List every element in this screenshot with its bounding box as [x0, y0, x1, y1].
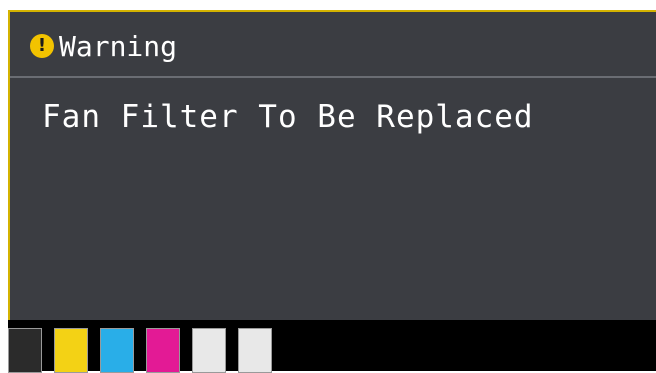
warning-message: Fan Filter To Be Replaced	[42, 99, 534, 135]
warning-header: ! Warning	[10, 12, 656, 78]
ink-slot-white-2	[238, 328, 272, 373]
printer-display: ! Warning Fan Filter To Be Replaced	[0, 0, 656, 373]
ink-slot-magenta	[146, 328, 180, 373]
ink-status-bar	[8, 320, 656, 373]
ink-slot-cyan	[100, 328, 134, 373]
lcd-panel: ! Warning Fan Filter To Be Replaced	[8, 10, 656, 320]
header-title: Warning	[59, 30, 178, 63]
ink-slot-yellow	[54, 328, 88, 373]
warning-icon: !	[30, 34, 54, 58]
ink-slot-white-1	[192, 328, 226, 373]
ink-slot-black	[8, 328, 42, 373]
